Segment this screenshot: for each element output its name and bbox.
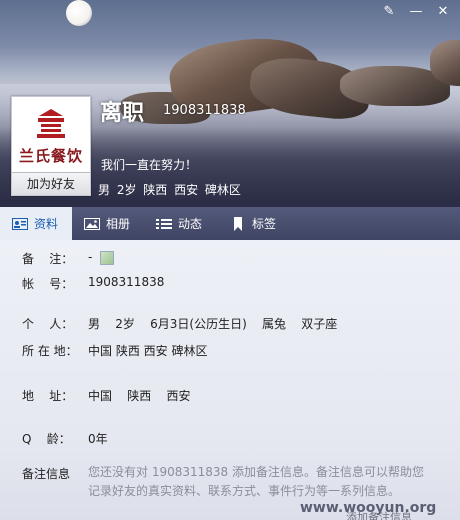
personal-value: 男 2岁 6月3日(公历生日) 属兔 双子座 [88, 317, 338, 331]
address-value: 中国 陕西 西安 [88, 389, 191, 403]
location-value: 中国 陕西 西安 碑林区 [88, 344, 208, 358]
profile-window: ✎ — ✕ 兰氏餐饮 加为好友 离职 1908311838 我们一直在努力！ 男… [0, 0, 460, 520]
close-icon[interactable]: ✕ [430, 2, 456, 20]
tab-label: 标签 [252, 217, 277, 231]
window-controls: ✎ — ✕ [376, 2, 456, 20]
qq-age-value: 0年 [88, 432, 108, 446]
bookmark-icon [230, 216, 246, 231]
nickname: 离职 [100, 101, 145, 126]
tab-label: 动态 [178, 217, 203, 231]
add-memo-button[interactable]: 添加备注信息 [346, 509, 412, 520]
note-value-wrap: - [88, 250, 115, 265]
address-label: 地 址： [22, 389, 74, 403]
note-value: - [88, 250, 93, 264]
tab-label: 资料 [34, 217, 59, 231]
minimize-icon[interactable]: — [403, 2, 429, 20]
account-value: 1908311838 [88, 275, 165, 289]
location-label: 所 在 地： [22, 344, 78, 358]
note-label: 备 注： [22, 252, 74, 266]
account-label: 帐 号： [22, 277, 74, 291]
tab-tags[interactable]: 标签 [230, 207, 290, 240]
skin-brush-icon[interactable]: ✎ [376, 2, 402, 20]
brand-logo-icon [37, 109, 65, 138]
feed-list-icon [156, 217, 172, 231]
qq-age-label: Q 龄： [22, 432, 71, 446]
profile-card-icon [12, 217, 28, 231]
brief-info: 男 2岁 陕西 西安 碑林区 [98, 183, 241, 197]
memo-value: 您还没有对 1908311838 添加备注信息。备注信息可以帮助您记录好友的真实… [88, 465, 424, 498]
signature: 我们一直在努力！ [101, 158, 198, 172]
tab-bar: 资料 相册 动态 标签 [0, 207, 460, 240]
profile-details: 备 注： - 帐 号： 1908311838 个 人： 男 2岁 6月3日(公历… [0, 240, 460, 520]
photo-icon [84, 217, 100, 231]
avatar[interactable]: 兰氏餐饮 加为好友 [11, 96, 91, 196]
memo-label: 备注信息 [22, 467, 71, 481]
add-friend-button[interactable]: 加为好友 [12, 172, 90, 195]
brand-text: 兰氏餐饮 [18, 147, 83, 165]
tab-feed[interactable]: 动态 [156, 207, 216, 240]
tab-profile[interactable]: 资料 [0, 207, 72, 240]
tab-album[interactable]: 相册 [84, 207, 144, 240]
qq-number: 1908311838 [163, 103, 246, 118]
edit-note-icon[interactable] [100, 250, 115, 265]
cover-moon [66, 0, 92, 26]
personal-label: 个 人： [22, 317, 74, 331]
tab-label: 相册 [106, 217, 131, 231]
